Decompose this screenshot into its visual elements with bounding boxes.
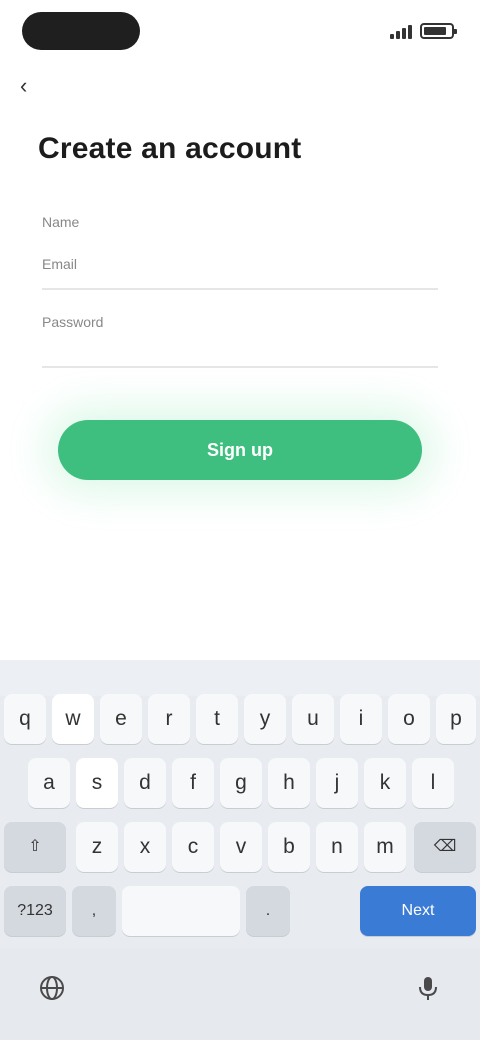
key-b[interactable]: b bbox=[268, 822, 310, 872]
key-c[interactable]: c bbox=[172, 822, 214, 872]
page-title: Create an account bbox=[38, 132, 302, 165]
key-t[interactable]: t bbox=[196, 694, 238, 744]
space-bar[interactable] bbox=[122, 886, 240, 936]
key-h[interactable]: h bbox=[268, 758, 310, 808]
status-bar bbox=[0, 0, 480, 64]
sign-up-button[interactable]: Sign up bbox=[58, 420, 422, 480]
key-w[interactable]: w bbox=[52, 694, 94, 744]
signup-screen: ‹ Create an account Name Email Password … bbox=[0, 0, 480, 1040]
password-underline bbox=[42, 366, 438, 368]
key-g[interactable]: g bbox=[220, 758, 262, 808]
keyboard-bottom-bar bbox=[0, 948, 480, 1040]
key-i[interactable]: i bbox=[340, 694, 382, 744]
period-key[interactable]: . bbox=[246, 886, 290, 936]
shift-key[interactable]: ⇧ bbox=[4, 822, 66, 872]
key-p[interactable]: p bbox=[436, 694, 476, 744]
password-label: Password bbox=[42, 314, 104, 330]
comma-key[interactable]: , bbox=[72, 886, 116, 936]
key-s[interactable]: s bbox=[76, 758, 118, 808]
key-j[interactable]: j bbox=[316, 758, 358, 808]
password-field[interactable] bbox=[42, 334, 438, 364]
microphone-icon[interactable] bbox=[410, 970, 446, 1006]
key-o[interactable]: o bbox=[388, 694, 430, 744]
key-e[interactable]: e bbox=[100, 694, 142, 744]
suggestion-strip bbox=[0, 660, 480, 696]
globe-icon[interactable] bbox=[34, 970, 70, 1006]
key-y[interactable]: y bbox=[244, 694, 286, 744]
key-z[interactable]: z bbox=[76, 822, 118, 872]
email-field[interactable] bbox=[42, 256, 438, 286]
back-arrow-icon[interactable]: ‹ bbox=[20, 72, 48, 100]
signal-icon bbox=[390, 23, 412, 39]
enter-key[interactable]: Next bbox=[360, 886, 476, 936]
key-u[interactable]: u bbox=[292, 694, 334, 744]
backspace-key[interactable]: ⌫ bbox=[414, 822, 476, 872]
key-a[interactable]: a bbox=[28, 758, 70, 808]
battery-icon bbox=[420, 23, 457, 39]
key-n[interactable]: n bbox=[316, 822, 358, 872]
key-x[interactable]: x bbox=[124, 822, 166, 872]
key-q[interactable]: q bbox=[4, 694, 46, 744]
key-k[interactable]: k bbox=[364, 758, 406, 808]
email-underline bbox=[42, 288, 438, 290]
key-v[interactable]: v bbox=[220, 822, 262, 872]
numbers-key[interactable]: ?123 bbox=[4, 886, 66, 936]
key-d[interactable]: d bbox=[124, 758, 166, 808]
status-time bbox=[22, 12, 140, 50]
status-indicators bbox=[390, 18, 457, 44]
key-m[interactable]: m bbox=[364, 822, 406, 872]
key-r[interactable]: r bbox=[148, 694, 190, 744]
name-label: Name bbox=[42, 214, 80, 230]
status-time-pill bbox=[22, 12, 140, 50]
key-f[interactable]: f bbox=[172, 758, 214, 808]
key-l[interactable]: l bbox=[412, 758, 454, 808]
